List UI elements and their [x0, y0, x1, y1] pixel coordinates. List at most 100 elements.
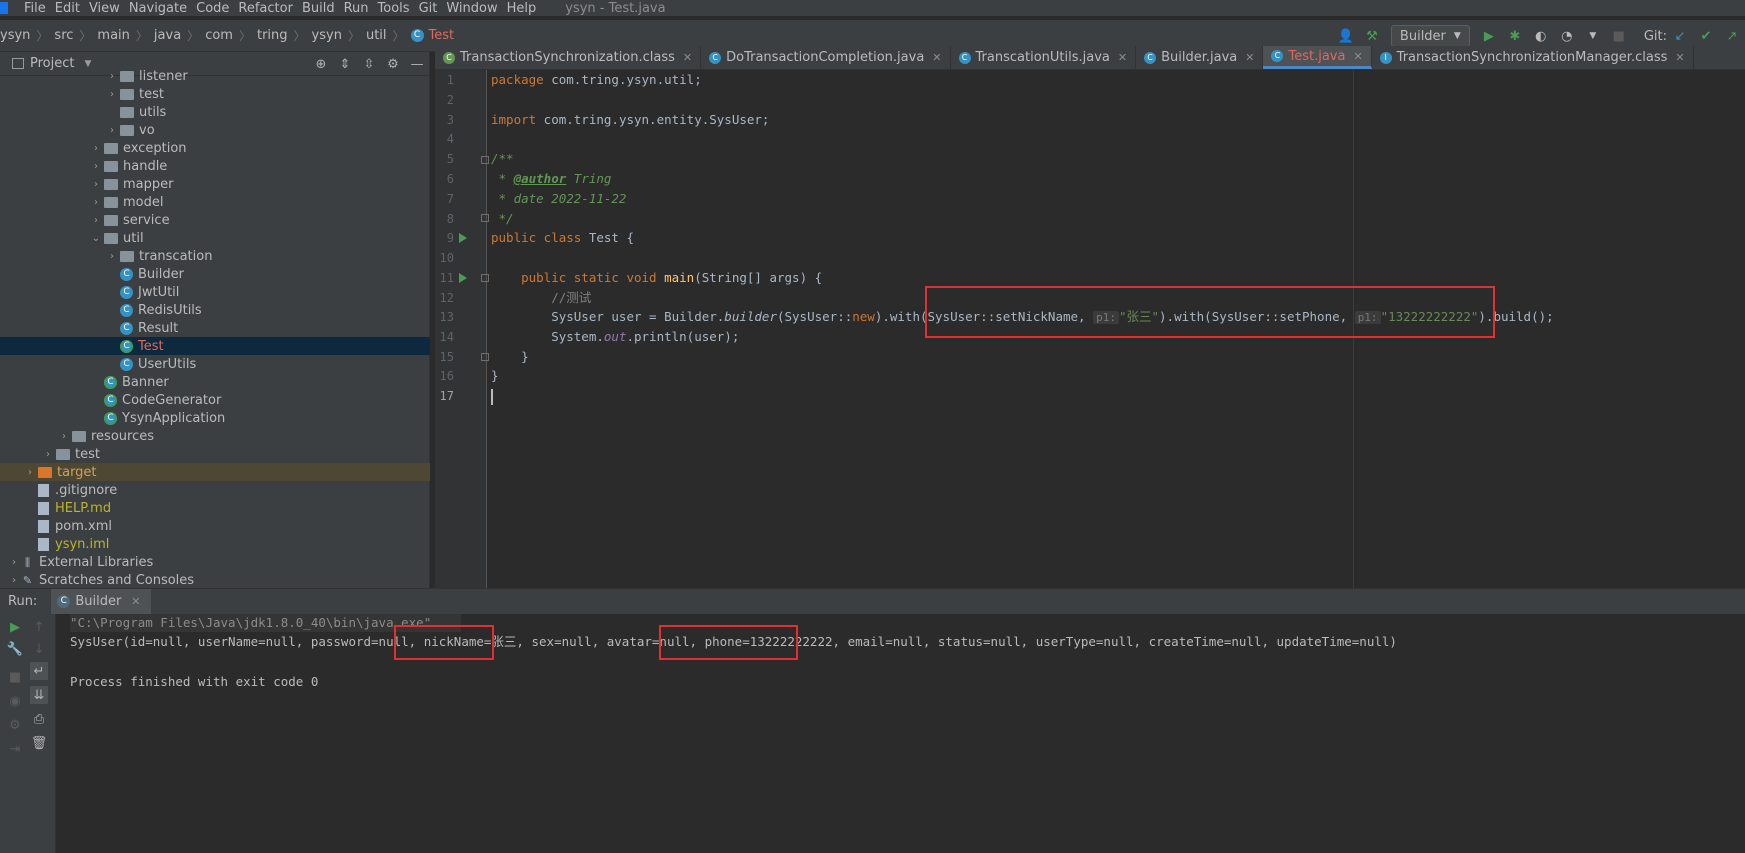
user-icon[interactable]: 👤 — [1337, 27, 1355, 45]
chevron-right-icon[interactable]: › — [104, 125, 120, 136]
console-output[interactable]: "C:\Program Files\Java\jdk1.8.0_40\bin\j… — [56, 614, 1745, 853]
git-update-icon[interactable]: ↙ — [1671, 27, 1689, 45]
menu-item-window[interactable]: Window — [446, 1, 497, 16]
chevron-right-icon[interactable]: › — [40, 449, 56, 460]
run-gutter-icon[interactable] — [459, 273, 467, 283]
menu-item-code[interactable]: Code — [196, 1, 229, 16]
soft-wrap-icon[interactable]: ↵ — [30, 662, 48, 680]
camera-icon[interactable]: ◉ — [6, 692, 24, 710]
tree-item-test[interactable]: › test — [0, 445, 430, 463]
settings-icon[interactable]: ⚙ — [6, 716, 24, 734]
fold-marker-icon[interactable] — [481, 353, 489, 361]
build-hammer-icon[interactable]: ⚒ — [1363, 27, 1381, 45]
editor-tab[interactable]: C TranscationUtils.java ✕ — [951, 46, 1137, 69]
down-arrow-icon[interactable]: ↓ — [30, 640, 48, 658]
menu-item-refactor[interactable]: Refactor — [238, 1, 293, 16]
chevron-right-icon[interactable]: › — [22, 467, 38, 478]
exit-icon[interactable]: ⇥ — [6, 740, 24, 758]
chevron-right-icon[interactable]: › — [104, 251, 120, 262]
tree-item-userutils[interactable]: C UserUtils — [0, 355, 430, 373]
chevron-right-icon[interactable]: › — [6, 557, 22, 568]
stop-icon[interactable]: ■ — [1610, 27, 1628, 45]
chevron-right-icon[interactable]: › — [88, 179, 104, 190]
breadcrumb-item[interactable]: ysyn 〉 — [0, 27, 54, 44]
trash-icon[interactable]: 🗑 — [30, 734, 48, 752]
debug-icon[interactable]: ✱ — [1506, 27, 1524, 45]
tree-item-ysynapplication[interactable]: C YsynApplication — [0, 409, 430, 427]
breadcrumb-item[interactable]: tring 〉 — [257, 27, 312, 44]
chevron-right-icon[interactable]: › — [104, 89, 120, 100]
breadcrumb-item[interactable]: com 〉 — [205, 27, 257, 44]
breadcrumb-item[interactable]: src 〉 — [54, 27, 97, 44]
chevron-right-icon[interactable]: › — [88, 143, 104, 154]
tree-item-test[interactable]: › test — [0, 85, 430, 103]
breadcrumb-item[interactable]: C Test — [410, 28, 454, 43]
wrench-icon[interactable]: 🔧 — [6, 640, 24, 658]
menu-item-view[interactable]: View — [89, 1, 120, 16]
close-icon[interactable]: ✕ — [1118, 51, 1127, 64]
chevron-right-icon[interactable]: › — [88, 161, 104, 172]
print-icon[interactable]: ⎙ — [30, 710, 48, 728]
tree-item-utils[interactable]: utils — [0, 103, 430, 121]
profile-icon[interactable]: ◔ — [1558, 27, 1576, 45]
menu-item-tools[interactable]: Tools — [378, 1, 410, 16]
tree-item-redisutils[interactable]: C RedisUtils — [0, 301, 430, 319]
tree-item-mapper[interactable]: › mapper — [0, 175, 430, 193]
tree-item-listener[interactable]: › listener — [0, 67, 430, 85]
breadcrumb-item[interactable]: ysyn 〉 — [312, 27, 366, 44]
close-icon[interactable]: ✕ — [1353, 50, 1362, 63]
tree-item-service[interactable]: › service — [0, 211, 430, 229]
tree-item-model[interactable]: › model — [0, 193, 430, 211]
breadcrumb-item[interactable]: main 〉 — [97, 27, 154, 44]
chevron-right-icon[interactable]: › — [88, 215, 104, 226]
tree-item-target[interactable]: › target — [0, 463, 430, 481]
close-icon[interactable]: ✕ — [131, 595, 140, 608]
chevron-right-icon[interactable]: › — [6, 575, 22, 586]
tree-item-transcation[interactable]: › transcation — [0, 247, 430, 265]
editor-tab[interactable]: C TransactionSynchronization.class ✕ — [435, 46, 702, 69]
scroll-to-end-icon[interactable]: ⇊ — [30, 686, 48, 704]
tree-item-help-md[interactable]: HELP.md — [0, 499, 430, 517]
tree-item-codegenerator[interactable]: C CodeGenerator — [0, 391, 430, 409]
tree-item-result[interactable]: C Result — [0, 319, 430, 337]
run-config-selector[interactable]: Builder ▼ — [1390, 25, 1470, 47]
menu-item-navigate[interactable]: Navigate — [129, 1, 187, 16]
run-gutter-icon[interactable] — [459, 233, 467, 243]
tree-item-scratches-and-consoles[interactable]: › ✎ Scratches and Consoles — [0, 571, 430, 589]
tree-item-jwtutil[interactable]: C JwtUtil — [0, 283, 430, 301]
more-run-icon[interactable]: ▼ — [1584, 27, 1602, 45]
menu-item-build[interactable]: Build — [302, 1, 335, 16]
coverage-icon[interactable]: ◐ — [1532, 27, 1550, 45]
tree-item-util[interactable]: ⌄ util — [0, 229, 430, 247]
tree-item-builder[interactable]: C Builder — [0, 265, 430, 283]
menu-item-edit[interactable]: Edit — [55, 1, 80, 16]
close-icon[interactable]: ✕ — [1245, 51, 1254, 64]
menu-item-git[interactable]: Git — [419, 1, 438, 16]
code-editor[interactable]: 1 2 3 4 5 6 7 8 9 10 11 12 13 14 15 16 17 package com.tr… — [435, 70, 1745, 588]
close-icon[interactable]: ✕ — [1675, 51, 1684, 64]
tree-item-handle[interactable]: › handle — [0, 157, 430, 175]
up-arrow-icon[interactable]: ↑ — [30, 618, 48, 636]
run-icon[interactable]: ▶ — [1480, 27, 1498, 45]
breadcrumb-item[interactable]: util 〉 — [366, 27, 411, 44]
chevron-right-icon[interactable]: › — [88, 197, 104, 208]
tree-item-pom-xml[interactable]: pom.xml — [0, 517, 430, 535]
close-icon[interactable]: ✕ — [932, 51, 941, 64]
tree-item-banner[interactable]: C Banner — [0, 373, 430, 391]
tree-item-vo[interactable]: › vo — [0, 121, 430, 139]
tree-item-test[interactable]: C Test — [0, 337, 430, 355]
editor-tab[interactable]: C Test.java ✕ — [1263, 46, 1372, 69]
stop-icon[interactable]: ■ — [6, 668, 24, 686]
tree-item-external-libraries[interactable]: › ⫼ External Libraries — [0, 553, 430, 571]
editor-tab[interactable]: C Builder.java ✕ — [1136, 46, 1264, 69]
tree-item-resources[interactable]: › resources — [0, 427, 430, 445]
fold-marker-icon[interactable] — [481, 156, 489, 164]
tree-item-exception[interactable]: › exception — [0, 139, 430, 157]
menu-item-run[interactable]: Run — [344, 1, 369, 16]
editor-tab[interactable]: I TransactionSynchronizationManager.class… — [1372, 46, 1694, 69]
tree-item-ysyn-iml[interactable]: ysyn.iml — [0, 535, 430, 553]
chevron-down-icon[interactable]: ⌄ — [88, 233, 104, 244]
chevron-right-icon[interactable]: › — [56, 431, 72, 442]
fold-marker-icon[interactable] — [481, 214, 489, 222]
fold-marker-icon[interactable] — [481, 274, 489, 282]
